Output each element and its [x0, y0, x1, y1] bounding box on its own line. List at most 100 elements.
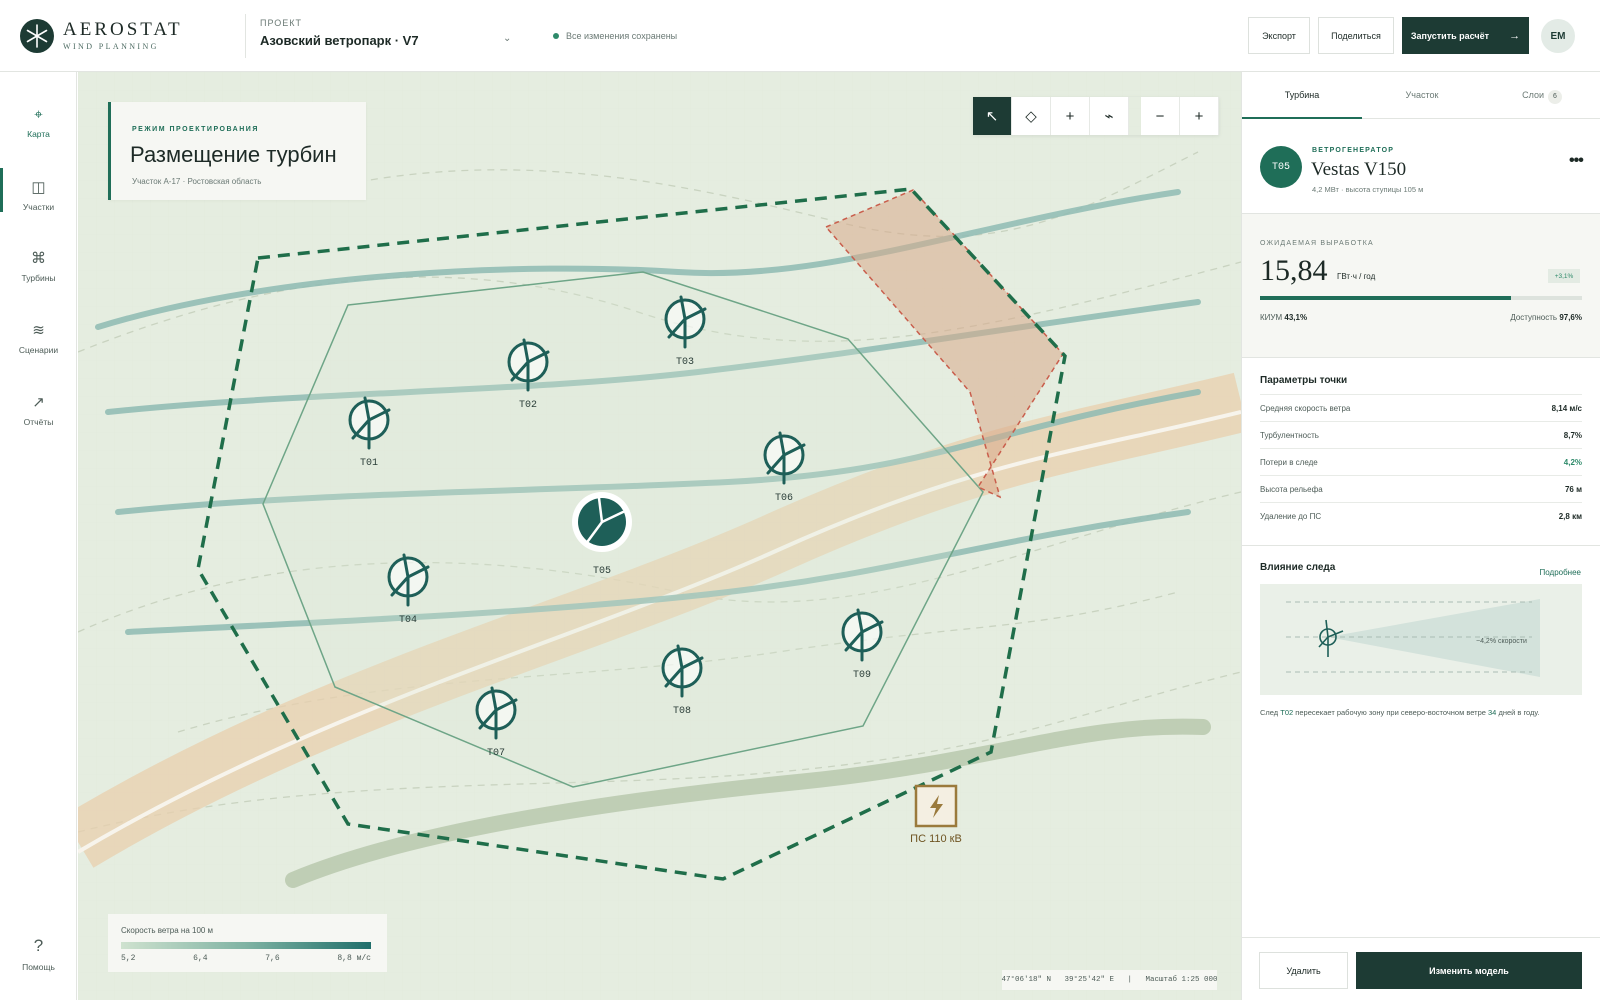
cable-tool-button[interactable]: ⌁ [1090, 97, 1129, 135]
nav-item-map[interactable]: ⌖ Карта [0, 98, 77, 160]
nav-item-label: Отчёты [23, 417, 54, 427]
param-label: Турбулентность [1260, 431, 1319, 440]
availability-stat: Доступность 97,6% [1510, 313, 1582, 322]
delete-button[interactable]: Удалить [1259, 952, 1348, 989]
zoom-in-button[interactable]: + [1180, 97, 1219, 135]
map-canvas[interactable]: T01 T02 T03 T04 T05 T06 T07 T08 T09 ПС 1… [78, 72, 1241, 1000]
nav-item-parcels[interactable]: ◫ Участки [0, 170, 77, 232]
section-divider [1242, 357, 1600, 358]
wake-note-text: дней в году. [1496, 708, 1540, 717]
yield-delta-badge: +3,1% [1548, 269, 1580, 283]
wake-note-text: пересекает рабочую зону при северо-восто… [1293, 708, 1489, 717]
nav-item-scenarios[interactable]: ≋ Сценарии [0, 313, 77, 375]
export-button[interactable]: Экспорт [1248, 17, 1310, 54]
wake-annotation: −4,2% скорости [1476, 638, 1527, 645]
nav-item-turbines[interactable]: ⌘ Турбины [0, 241, 77, 303]
kium-stat: КИУМ 43,1% [1260, 313, 1307, 322]
section-divider [1242, 545, 1600, 546]
scenarios-icon: ≋ [32, 322, 45, 339]
header-divider [245, 14, 246, 58]
turbine-model: Vestas V150 [1311, 159, 1407, 180]
param-row: Высота рельефа 76 м [1260, 475, 1582, 502]
chevron-down-icon[interactable]: ⌄ [503, 33, 511, 44]
param-label: Средняя скорость ветра [1260, 404, 1351, 413]
save-status: Все изменения сохранены [566, 31, 678, 41]
legend-tick: 7,6 [265, 954, 280, 963]
turbine-label: T04 [399, 615, 417, 626]
yield-progress-track [1260, 296, 1582, 300]
wake-note-text: След [1260, 708, 1281, 717]
params-title: Параметры точки [1260, 375, 1348, 386]
polygon-tool-button[interactable]: ◇ [1012, 97, 1051, 135]
yield-label: ОЖИДАЕМАЯ ВЫРАБОТКА [1260, 240, 1374, 247]
wake-details-link[interactable]: Подробнее [1540, 568, 1582, 577]
run-calculation-label: Запустить расчёт [1410, 30, 1490, 41]
map-toolbar: ↖ ◇ + ⌁ − + [973, 97, 1219, 135]
turbines-icon: ⌘ [31, 250, 46, 267]
legend-ticks: 5,2 6,4 7,6 8,8 м/с [121, 954, 371, 963]
param-row: Турбулентность 8,7% [1260, 421, 1582, 448]
edit-model-button[interactable]: Изменить модель [1356, 952, 1582, 989]
tab-layers-label: Слои [1522, 90, 1544, 100]
substation-label: ПС 110 кВ [910, 833, 962, 845]
nav-item-label: Участки [22, 202, 55, 212]
nav-item-label: Помощь [22, 962, 55, 972]
more-options-icon[interactable]: ••• [1569, 152, 1584, 170]
panel-footer: Удалить Изменить модель [1242, 937, 1600, 1000]
availability-value: 97,6% [1559, 313, 1582, 322]
panel-tabs: Турбина Участок Слои 6 [1242, 72, 1600, 119]
param-label: Потери в следе [1260, 458, 1318, 467]
param-row: Средняя скорость ветра 8,14 м/с [1260, 394, 1582, 421]
top-bar: AEROSTAT WIND PLANNING ПРОЕКТ Азовский в… [0, 0, 1600, 72]
add-turbine-button[interactable]: + [1051, 97, 1090, 135]
substation-marker[interactable]: ПС 110 кВ [910, 784, 962, 845]
details-panel: Турбина Участок Слои 6 T05 ВЕТРОГЕНЕРАТОР… [1241, 72, 1600, 1000]
turbine-label: T02 [519, 400, 537, 411]
wake-note-id: T02 [1280, 708, 1294, 717]
param-value: 8,14 м/с [1551, 404, 1582, 413]
yield-unit: ГВт·ч / год [1337, 272, 1376, 281]
left-nav: ⌖ Карта ◫ Участки ⌘ Турбины ≋ Сценарии ↗… [0, 72, 77, 1000]
share-button[interactable]: Поделиться [1318, 17, 1394, 54]
arrow-right-icon: → [1509, 29, 1521, 42]
app-subtitle: WIND PLANNING [63, 42, 159, 51]
turbine-label: T03 [676, 357, 694, 368]
turbine-label: T09 [853, 670, 871, 681]
availability-label: Доступность [1510, 313, 1558, 322]
param-value: 4,2% [1563, 458, 1582, 467]
logo-icon [20, 19, 54, 53]
param-value: 76 м [1564, 485, 1582, 494]
avatar[interactable]: ЕМ [1541, 19, 1575, 53]
wind-speed-legend: Скорость ветра на 100 м 5,2 6,4 7,6 8,8 … [108, 914, 387, 972]
wake-diagram: −4,2% скорости [1260, 584, 1582, 695]
turbine-label: T05 [593, 566, 611, 577]
nav-item-help[interactable]: ? Помощь [0, 928, 77, 990]
zoom-out-button[interactable]: − [1141, 97, 1180, 135]
mode-tag: РЕЖИМ ПРОЕКТИРОВАНИЯ [132, 126, 259, 133]
tab-parcel[interactable]: Участок [1362, 72, 1482, 119]
run-calculation-button[interactable]: Запустить расчёт → [1402, 17, 1529, 54]
project-selector[interactable]: Азовский ветропарк · V7 [260, 33, 419, 48]
turbine-spec: 4,2 МВт · высота ступицы 105 м [1312, 185, 1424, 194]
coordinates-readout: 47°06′18″ N 39°25′42″ E | Масштаб 1:25 0… [1001, 970, 1218, 990]
toolbar-gap [1129, 97, 1141, 135]
select-tool-button[interactable]: ↖ [973, 97, 1012, 135]
nav-item-reports[interactable]: ↗ Отчёты [0, 385, 77, 447]
param-value: 2,8 км [1558, 512, 1582, 521]
reports-icon: ↗ [32, 394, 45, 411]
mode-card: РЕЖИМ ПРОЕКТИРОВАНИЯ Размещение турбин У… [108, 102, 366, 200]
map-layers: T01 T02 T03 T04 T05 T06 T07 T08 T09 ПС 1… [78, 72, 1241, 1000]
nav-item-label: Сценарии [18, 345, 59, 355]
section-divider [1242, 213, 1600, 214]
legend-tick: 6,4 [193, 954, 208, 963]
kium-label: КИУМ [1260, 313, 1283, 322]
app-name: AEROSTAT [63, 19, 183, 40]
param-label: Высота рельефа [1260, 485, 1323, 494]
tab-layers[interactable]: Слои 6 [1482, 72, 1600, 119]
param-row: Потери в следе 4,2% [1260, 448, 1582, 475]
page-title: Размещение турбин [130, 142, 337, 167]
nav-item-label: Турбины [21, 273, 56, 283]
parcels-icon: ◫ [31, 179, 46, 196]
legend-title: Скорость ветра на 100 м [121, 926, 214, 935]
tab-turbine[interactable]: Турбина [1242, 72, 1362, 119]
